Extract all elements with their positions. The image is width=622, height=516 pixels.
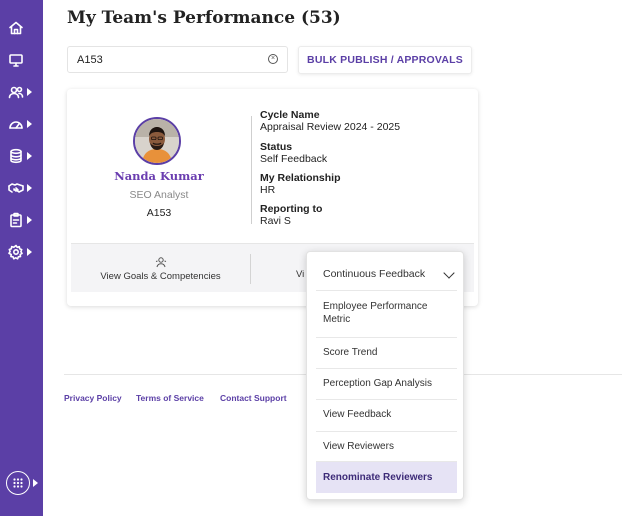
relationship-info: My Relationship HR — [260, 172, 341, 196]
expand-caret-icon[interactable] — [33, 479, 38, 487]
terms-of-service-link[interactable]: Terms of Service — [136, 393, 204, 403]
goals-icon — [155, 256, 166, 267]
sidebar-item-clipboard[interactable] — [8, 209, 38, 231]
search-input[interactable] — [68, 47, 253, 72]
expand-caret-icon — [27, 184, 32, 192]
sidebar-item-home[interactable] — [8, 17, 38, 39]
reporting-label: Reporting to — [260, 203, 323, 215]
divider — [316, 290, 457, 291]
sidebar-item-handshake[interactable] — [8, 177, 38, 199]
menu-item-renominate-reviewers[interactable]: Renominate Reviewers — [316, 462, 457, 493]
sidebar-item-team[interactable] — [8, 81, 38, 103]
bulk-publish-approvals-button[interactable]: BULK PUBLISH / APPROVALS — [298, 46, 472, 74]
menu-item-view-feedback[interactable]: View Feedback — [316, 408, 457, 421]
expand-caret-icon — [27, 248, 32, 256]
divider — [251, 116, 252, 224]
handshake-icon — [8, 183, 24, 193]
clear-icon[interactable]: × — [268, 54, 278, 64]
menu-item-score-trend[interactable]: Score Trend — [316, 346, 457, 359]
contact-support-link[interactable]: Contact Support — [220, 393, 287, 403]
employee-name[interactable]: Nanda Kumar — [87, 169, 231, 183]
divider — [316, 431, 457, 432]
employee-photo — [135, 119, 179, 163]
home-icon — [9, 21, 23, 35]
divider — [316, 368, 457, 369]
status-info: Status Self Feedback — [260, 141, 327, 165]
expand-caret-icon — [27, 152, 32, 160]
avatar — [133, 117, 181, 165]
apps-grid-button[interactable] — [6, 471, 30, 495]
cycle-info: Cycle Name Appraisal Review 2024 - 2025 — [260, 109, 400, 133]
sidebar-item-database[interactable] — [8, 145, 38, 167]
divider — [316, 399, 457, 400]
cycle-name-value: Appraisal Review 2024 - 2025 — [260, 121, 401, 133]
status-value: Self Feedback — [260, 153, 328, 165]
employee-id: A153 — [146, 207, 172, 219]
monitor-icon — [9, 54, 23, 67]
feedback-dropdown-menu: Continuous Feedback Employee Performance… — [306, 251, 464, 500]
expand-caret-icon — [27, 120, 32, 128]
relationship-label: My Relationship — [260, 172, 341, 184]
clipboard-icon — [10, 212, 22, 228]
menu-item-view-reviewers[interactable]: View Reviewers — [316, 440, 457, 453]
menu-header-continuous-feedback[interactable]: Continuous Feedback — [316, 268, 457, 281]
sidebar-item-dashboard[interactable] — [8, 113, 38, 135]
employee-role: SEO Analyst — [129, 189, 189, 201]
cycle-name-label: Cycle Name — [260, 109, 320, 121]
privacy-policy-link[interactable]: Privacy Policy — [64, 393, 122, 403]
apps-grid-icon — [13, 478, 23, 488]
reporting-value: Ravi S — [260, 215, 291, 227]
page-title: My Team's Performance (53) — [67, 8, 341, 28]
view-goals-button[interactable]: View Goals & Competencies — [71, 244, 250, 293]
expand-caret-icon — [27, 88, 32, 96]
reporting-info: Reporting to Ravi S — [260, 203, 322, 227]
sidebar-item-settings[interactable] — [8, 241, 38, 263]
sidebar-item-monitor[interactable] — [8, 49, 38, 71]
menu-item-perception-gap-analysis[interactable]: Perception Gap Analysis — [316, 377, 457, 390]
view-more-label: Vi — [296, 269, 305, 280]
menu-item-employee-performance-metric[interactable]: Employee Performance Metric — [316, 300, 457, 326]
database-icon — [10, 148, 22, 164]
status-label: Status — [260, 141, 293, 153]
sidebar — [0, 0, 43, 516]
search-field[interactable]: × — [67, 46, 288, 73]
view-goals-label: View Goals & Competencies — [100, 270, 221, 282]
dashboard-gauge-icon — [9, 121, 23, 129]
expand-caret-icon — [27, 216, 32, 224]
divider — [316, 337, 457, 338]
settings-icon — [8, 244, 23, 260]
relationship-value: HR — [260, 184, 276, 196]
team-icon — [8, 86, 24, 99]
